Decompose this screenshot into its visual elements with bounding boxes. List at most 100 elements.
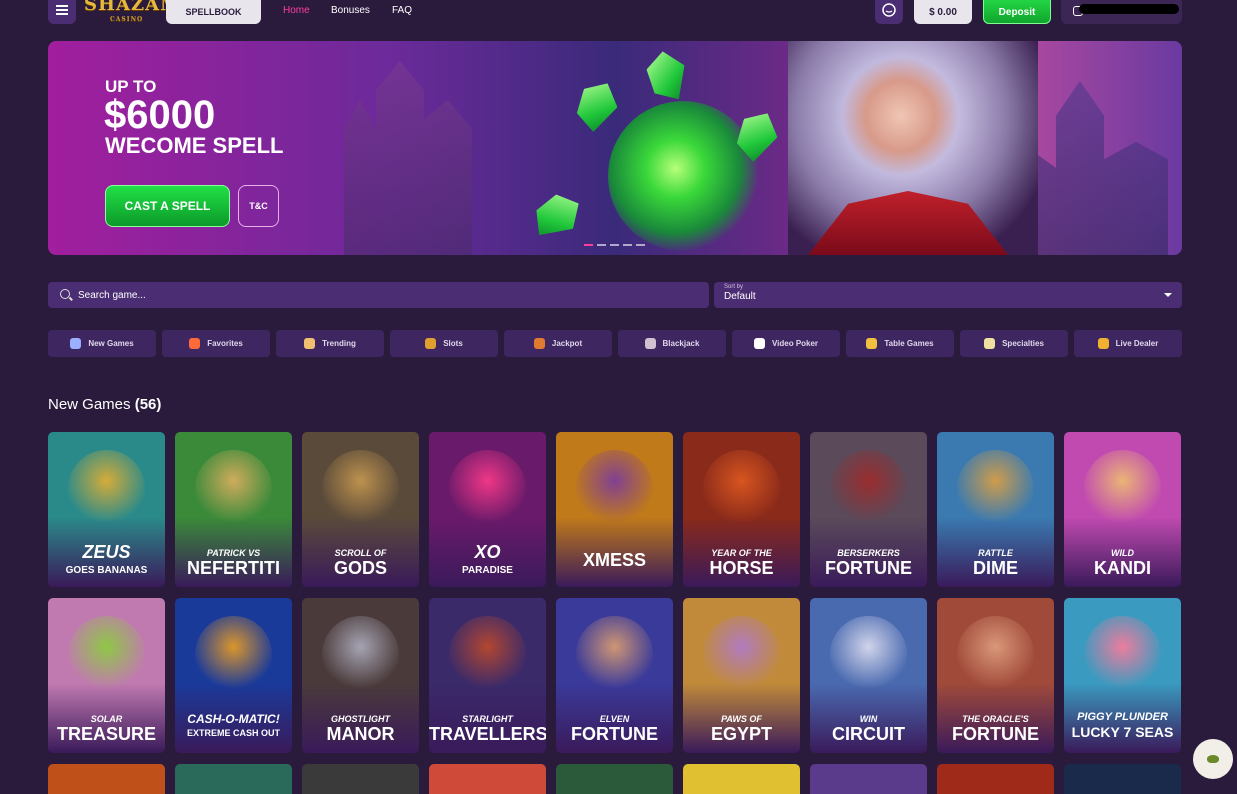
- help-icon: [1207, 755, 1219, 763]
- game-tile[interactable]: SCROLL OF GODS: [302, 432, 419, 587]
- game-thumbnail-art: [830, 450, 907, 527]
- game-thumbnail-art: [576, 616, 653, 693]
- game-tile[interactable]: ZEUS GOES BANANAS: [48, 432, 165, 587]
- treasure-icon: [533, 338, 545, 349]
- category-label: Video Poker: [771, 339, 819, 348]
- game-thumbnail-art: [322, 450, 399, 527]
- game-tile[interactable]: PATRICK VS NEFERTITI: [175, 432, 292, 587]
- game-tile[interactable]: GHOSTLIGHT MANOR: [302, 598, 419, 753]
- game-title-line-1: ELVEN: [599, 714, 630, 724]
- game-tile[interactable]: XMESS: [556, 432, 673, 587]
- sort-select[interactable]: Sort by Default: [714, 282, 1182, 308]
- cards-icon: [644, 338, 656, 349]
- game-tile[interactable]: [48, 764, 165, 794]
- chat-icon: [882, 3, 896, 17]
- nav-faq[interactable]: FAQ: [392, 5, 412, 16]
- chip-icon: [753, 338, 765, 349]
- game-thumbnail-art: [957, 450, 1034, 527]
- game-title-line-2: FORTUNE: [952, 724, 1039, 744]
- hamburger-menu-button[interactable]: [48, 0, 76, 24]
- game-tile[interactable]: [175, 764, 292, 794]
- category-tab-live-dealer[interactable]: Live Dealer: [1074, 330, 1182, 357]
- game-tile[interactable]: [556, 764, 673, 794]
- sort-value: Default: [724, 291, 756, 302]
- terms-button[interactable]: T&C: [238, 185, 279, 227]
- pager-dot[interactable]: [610, 244, 619, 246]
- game-title-line-2: TREASURE: [56, 724, 156, 744]
- category-tab-table-games[interactable]: Table Games: [846, 330, 954, 357]
- cast-a-spell-button[interactable]: CAST A SPELL: [105, 185, 230, 227]
- game-tile[interactable]: WIN CIRCUIT: [810, 598, 927, 753]
- category-tab-jackpot[interactable]: Jackpot: [504, 330, 612, 357]
- game-title-line-2: GOES BANANAS: [65, 565, 148, 576]
- game-tile[interactable]: PIGGY PLUNDER LUCKY 7 SEAS: [1064, 598, 1181, 753]
- user-account-menu[interactable]: [1061, 0, 1182, 24]
- pager-dot[interactable]: [636, 244, 645, 246]
- game-tile[interactable]: RATTLE DIME: [937, 432, 1054, 587]
- sort-label: Sort by: [724, 284, 744, 290]
- game-tile[interactable]: ELVEN FORTUNE: [556, 598, 673, 753]
- game-tile[interactable]: XO PARADISE: [429, 432, 546, 587]
- category-tab-slots[interactable]: Slots: [390, 330, 498, 357]
- category-tab-blackjack[interactable]: Blackjack: [618, 330, 726, 357]
- magic-orb-art: [608, 101, 758, 251]
- game-tile[interactable]: [429, 764, 546, 794]
- game-tile[interactable]: PAWS OF EGYPT: [683, 598, 800, 753]
- category-tab-new-games[interactable]: New Games: [48, 330, 156, 357]
- promo-banner[interactable]: UP TO $6000 WECOME SPELL CAST A SPELL T&…: [48, 41, 1182, 255]
- game-title-line-2: LUCKY 7 SEAS: [1071, 724, 1174, 740]
- banner-line-3: WECOME SPELL: [105, 133, 284, 158]
- pager-dot[interactable]: [584, 244, 593, 246]
- help-widget-button[interactable]: [1193, 739, 1233, 779]
- game-tile[interactable]: [810, 764, 927, 794]
- game-tile[interactable]: CASH-O-MATIC! EXTREME CASH OUT: [175, 598, 292, 753]
- menu-icon: [56, 9, 68, 11]
- category-tab-specialties[interactable]: Specialties: [960, 330, 1068, 357]
- game-thumbnail-art: [195, 616, 272, 693]
- game-title-line-2: XMESS: [582, 550, 647, 570]
- search-input[interactable]: [78, 289, 678, 301]
- game-thumbnail-art: [68, 450, 145, 527]
- gem-art: [569, 75, 625, 136]
- game-tile[interactable]: SOLAR TREASURE: [48, 598, 165, 753]
- game-tile[interactable]: YEAR OF THE HORSE: [683, 432, 800, 587]
- category-tab-video-poker[interactable]: Video Poker: [732, 330, 840, 357]
- category-label: Blackjack: [662, 339, 700, 348]
- gem-art: [526, 187, 588, 245]
- banner-amount: $6000: [104, 93, 216, 137]
- game-title-line-1: ZEUS: [82, 542, 131, 562]
- game-tile[interactable]: [937, 764, 1054, 794]
- category-tab-favorites[interactable]: Favorites: [162, 330, 270, 357]
- deposit-button[interactable]: Deposit: [983, 0, 1051, 24]
- category-tab-trending[interactable]: Trending: [276, 330, 384, 357]
- spellbook-button[interactable]: SPELLBOOK: [166, 0, 261, 24]
- pager-dot[interactable]: [597, 244, 606, 246]
- search-icon: [60, 289, 70, 299]
- crystal-ball-icon: [70, 338, 82, 349]
- nav-home[interactable]: Home: [283, 5, 310, 16]
- game-title-line-1: BERSERKERS: [837, 548, 900, 558]
- game-tile[interactable]: THE ORACLE'S FORTUNE: [937, 598, 1054, 753]
- logo-subtext: CASINO: [110, 16, 144, 23]
- game-tile[interactable]: WILD KANDI: [1064, 432, 1181, 587]
- nav-bonuses[interactable]: Bonuses: [331, 5, 370, 16]
- game-grid: ZEUS GOES BANANAS PATRICK VS NEFERTITI SCROL…: [48, 432, 1182, 753]
- category-label: Specialties: [1002, 339, 1044, 348]
- game-title-line-2: FORTUNE: [825, 558, 912, 578]
- caret-down-icon: [1164, 293, 1172, 297]
- category-label: Table Games: [884, 339, 934, 348]
- pager-dot[interactable]: [623, 244, 632, 246]
- game-tile[interactable]: BERSERKERS FORTUNE: [810, 432, 927, 587]
- game-thumbnail-art: [1084, 450, 1161, 527]
- game-title-line-1: THE ORACLE'S: [962, 714, 1029, 724]
- chat-button[interactable]: [875, 0, 903, 24]
- game-tile[interactable]: STARLIGHT TRAVELLERS: [429, 598, 546, 753]
- game-thumbnail-art: [322, 616, 399, 693]
- logo[interactable]: SHAZAM CASINO: [84, 0, 180, 24]
- game-title-line-1: SOLAR: [90, 714, 123, 724]
- game-tile[interactable]: [302, 764, 419, 794]
- category-tabs: New Games Favorites Trending Slots Jackpot Bl…: [48, 330, 1182, 357]
- balance-display[interactable]: $ 0.00: [914, 0, 972, 24]
- game-tile[interactable]: [1064, 764, 1181, 794]
- game-tile[interactable]: [683, 764, 800, 794]
